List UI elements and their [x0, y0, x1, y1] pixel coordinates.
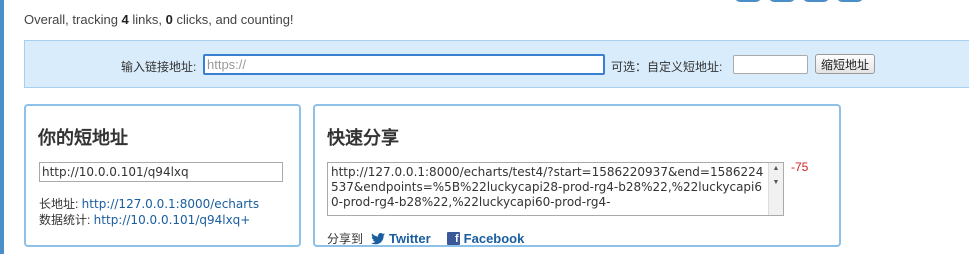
stats-url-row: 数据统计: http://10.0.0.101/q94lxq+	[39, 211, 283, 228]
facebook-icon: f	[446, 232, 460, 245]
share-links-row: 分享到 Twitter f Facebook	[327, 230, 524, 247]
twitter-label: Twitter	[389, 231, 431, 246]
stats-url-link[interactable]: http://10.0.0.101/q94lxq+	[94, 213, 251, 227]
stats-middle: links,	[128, 12, 166, 27]
top-nav-icons: ⌄	[735, 0, 888, 2]
shorten-button[interactable]: 缩短地址	[815, 54, 876, 74]
long-url-link[interactable]: http://127.0.0.1:8000/echarts	[82, 197, 259, 211]
facebook-label: Facebook	[463, 231, 525, 246]
short-url-panel: 你的短地址 长地址: http://127.0.0.1:8000/echarts…	[24, 104, 301, 247]
long-url-label: 长地址:	[39, 197, 82, 211]
quick-share-panel: 快速分享 http://127.0.0.1:8000/echarts/test4…	[313, 104, 841, 247]
nav-button-2[interactable]	[769, 0, 795, 2]
links-count: 4	[121, 12, 129, 27]
share-to-label: 分享到	[327, 232, 364, 246]
page-left-edge	[0, 0, 4, 254]
long-url-row: 长地址: http://127.0.0.1:8000/echarts	[39, 195, 283, 212]
share-panel-title: 快速分享	[327, 128, 399, 149]
tracking-stats: Overall, tracking 4 links, 0 clicks, and…	[24, 12, 294, 27]
nav-button-1[interactable]	[735, 0, 761, 2]
nav-arrow-icon[interactable]: ⌄	[875, 0, 888, 2]
stats-suffix: clicks, and counting!	[172, 12, 294, 27]
scroll-down-icon[interactable]: ▼	[769, 177, 783, 189]
nav-button-3[interactable]	[803, 0, 829, 2]
custom-label: 可选：自定义短地址:	[611, 60, 723, 74]
stats-prefix: Overall, tracking	[24, 12, 122, 27]
facebook-share-link[interactable]: f Facebook	[446, 231, 525, 246]
share-text: http://127.0.0.1:8000/echarts/test4/?sta…	[331, 165, 764, 209]
short-panel-title: 你的短地址	[38, 128, 128, 149]
share-scrollbar[interactable]: ▲ ▼	[768, 163, 783, 215]
url-label: 输入链接地址:	[121, 60, 197, 74]
twitter-bird-icon	[371, 232, 389, 245]
url-input[interactable]	[203, 54, 605, 75]
shorten-form-bar: 输入链接地址: 可选：自定义短地址: 缩短地址	[24, 40, 969, 88]
char-counter: -75	[791, 160, 809, 174]
twitter-share-link[interactable]: Twitter	[371, 231, 431, 246]
nav-button-4[interactable]	[837, 0, 863, 2]
stats-url-label: 数据统计:	[39, 213, 94, 227]
short-url-field[interactable]	[39, 162, 283, 182]
custom-short-input[interactable]	[733, 55, 808, 74]
scroll-up-icon[interactable]: ▲	[769, 163, 783, 175]
share-textarea[interactable]: http://127.0.0.1:8000/echarts/test4/?sta…	[327, 162, 784, 216]
clicks-count: 0	[165, 12, 173, 27]
